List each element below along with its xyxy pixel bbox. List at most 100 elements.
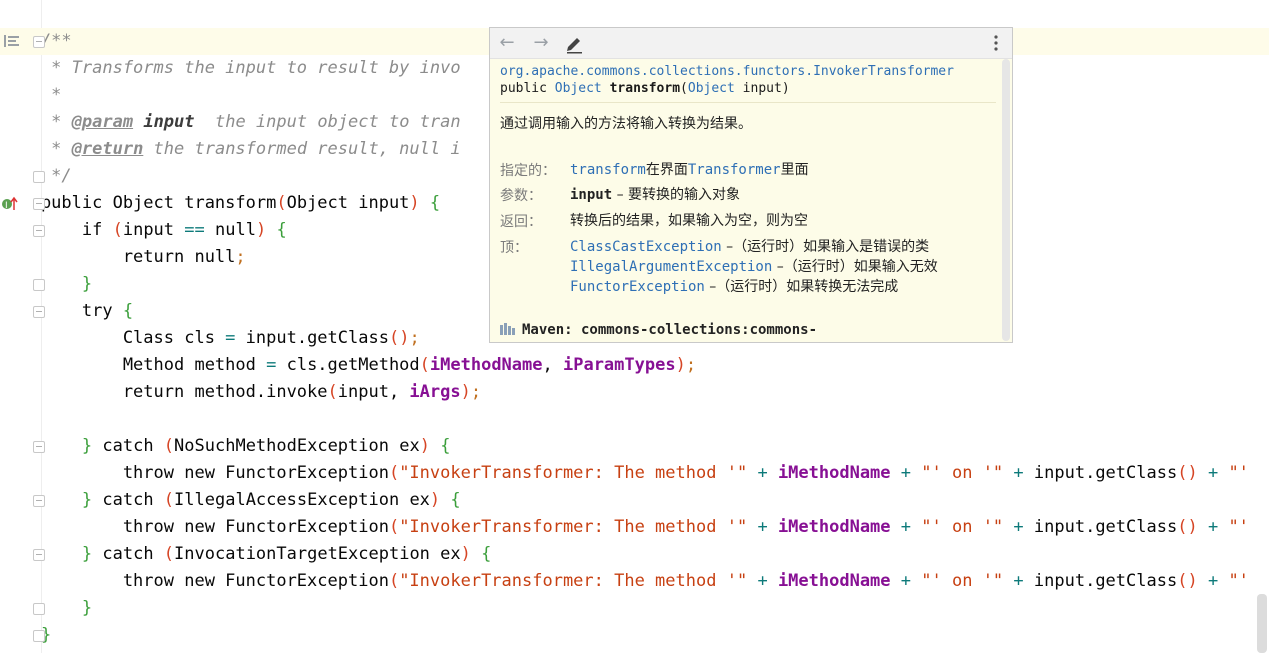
- interface-link[interactable]: Transformer: [688, 162, 781, 178]
- code-line[interactable]: return null;: [0, 244, 246, 271]
- code-token: Object input: [286, 193, 410, 213]
- code-token: @return: [71, 139, 144, 159]
- forward-arrow-icon[interactable]: →: [530, 32, 552, 54]
- fold-marker[interactable]: [33, 441, 45, 453]
- code-token: ==: [184, 220, 205, 240]
- code-token: *: [0, 112, 72, 132]
- code-token: ): [675, 355, 686, 375]
- code-token: ): [429, 490, 441, 510]
- code-token: ,: [542, 355, 563, 375]
- code-token: "InvokerTransformer: The method '": [399, 571, 748, 591]
- throws-item: IllegalArgumentException –（运行时）如果输入无效: [570, 259, 938, 275]
- specified-method-link[interactable]: transform: [570, 162, 646, 178]
- code-token: * Transforms the input to result by invo: [0, 58, 461, 78]
- code-token: }: [81, 436, 93, 456]
- code-token: input.getClass: [1023, 571, 1178, 591]
- throws-item: FunctorException –（运行时）如果转换无法完成: [570, 279, 899, 295]
- quick-documentation-popup[interactable]: ← → org.apache.commons.collections.funct…: [489, 27, 1013, 343]
- fold-marker[interactable]: [33, 630, 45, 642]
- code-line[interactable]: * @return the transformed result, null i: [0, 136, 460, 163]
- code-line[interactable]: }: [0, 271, 92, 298]
- code-line[interactable]: }: [0, 595, 92, 622]
- code-token: input: [143, 112, 195, 132]
- code-token: +: [757, 463, 768, 483]
- code-token: @param: [71, 112, 134, 132]
- fold-marker[interactable]: [33, 603, 45, 615]
- more-options-icon[interactable]: [986, 33, 1008, 55]
- fold-marker[interactable]: [33, 225, 45, 237]
- code-token: (: [163, 490, 175, 510]
- fold-marker[interactable]: [33, 198, 45, 210]
- code-token: catch: [92, 490, 164, 510]
- code-line[interactable]: * @param input the input object to tran: [0, 109, 460, 136]
- code-token: +: [1013, 517, 1024, 537]
- code-token: +: [1207, 517, 1219, 537]
- popup-toolbar: ← →: [490, 28, 1012, 59]
- code-line[interactable]: try {: [0, 298, 133, 325]
- code-token: (): [388, 328, 410, 348]
- code-token: (: [276, 193, 287, 213]
- implements-method-icon[interactable]: I: [1, 196, 19, 212]
- code-token: }: [81, 490, 93, 510]
- code-token: +: [900, 571, 912, 591]
- code-line[interactable]: Method method = cls.getMethod(iMethodNam…: [0, 352, 696, 379]
- code-line[interactable]: public Object transform(Object input) {: [0, 190, 440, 217]
- code-token: {: [440, 436, 451, 456]
- code-token: input.getClass: [1023, 463, 1178, 483]
- fold-marker[interactable]: [33, 36, 45, 48]
- code-token: (): [1177, 517, 1198, 537]
- code-token: }: [81, 544, 93, 564]
- code-line[interactable]: } catch (NoSuchMethodException ex) {: [0, 433, 451, 460]
- code-token: +: [1013, 571, 1024, 591]
- code-token: null: [204, 220, 256, 240]
- code-token: InvocationTargetException ex: [174, 544, 461, 564]
- code-line[interactable]: *: [0, 82, 61, 109]
- editor-vertical-scrollbar[interactable]: [1257, 594, 1267, 653]
- fold-marker[interactable]: [33, 495, 45, 507]
- code-line[interactable]: } catch (InvocationTargetException ex) {: [0, 541, 491, 568]
- code-token: {: [276, 220, 287, 240]
- code-line[interactable]: throw new FunctorException("InvokerTrans…: [0, 514, 1249, 541]
- code-token: catch: [92, 436, 164, 456]
- code-line[interactable]: Class cls = input.getClass();: [0, 325, 420, 352]
- code-token: iArgs: [409, 382, 461, 402]
- code-line[interactable]: throw new FunctorException("InvokerTrans…: [0, 460, 1249, 487]
- code-token: try: [0, 301, 123, 321]
- code-line[interactable]: throw new FunctorException("InvokerTrans…: [0, 568, 1249, 595]
- fold-marker[interactable]: [33, 306, 45, 318]
- code-token: ;: [409, 328, 420, 348]
- back-arrow-icon[interactable]: ←: [496, 32, 518, 54]
- code-token: +: [1207, 571, 1219, 591]
- code-line[interactable]: } catch (IllegalAccessException ex) {: [0, 487, 461, 514]
- code-token: iMethodName: [777, 571, 891, 591]
- code-token: throw new FunctorException: [0, 517, 389, 537]
- code-token: {: [450, 490, 461, 510]
- popup-scrollbar[interactable]: [1002, 59, 1010, 341]
- fold-marker[interactable]: [33, 279, 45, 291]
- code-token: +: [757, 571, 768, 591]
- code-token: (: [163, 544, 175, 564]
- code-line[interactable]: * Transforms the input to result by invo: [0, 55, 461, 82]
- fold-marker[interactable]: [33, 171, 45, 183]
- doc-comment-toggle-icon[interactable]: [4, 34, 20, 48]
- code-token: (: [163, 436, 175, 456]
- code-token: NoSuchMethodException ex: [174, 436, 420, 456]
- code-token: throw new FunctorException: [0, 463, 389, 483]
- code-token: ;: [685, 355, 697, 375]
- qualified-class-name[interactable]: org.apache.commons.collections.functors.…: [500, 64, 995, 79]
- fold-marker[interactable]: [33, 549, 45, 561]
- code-line[interactable]: return method.invoke(input, iArgs);: [0, 379, 481, 406]
- edit-source-icon[interactable]: [564, 33, 586, 55]
